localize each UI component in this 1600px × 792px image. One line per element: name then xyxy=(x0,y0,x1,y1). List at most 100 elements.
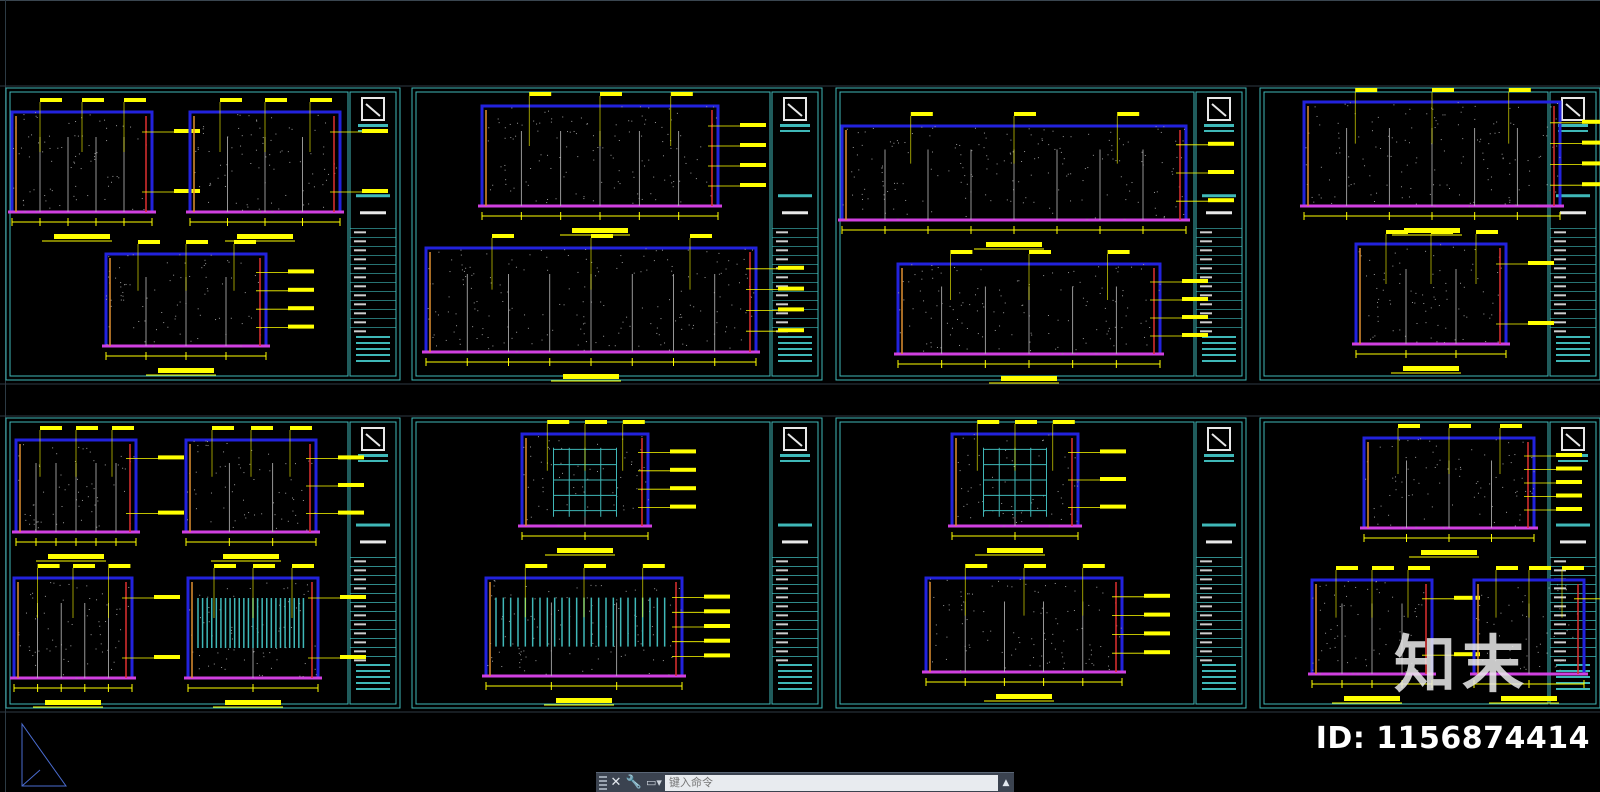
command-prompt-icon[interactable]: ▭▾ xyxy=(643,776,665,789)
note-line xyxy=(1202,342,1236,344)
texture-dot xyxy=(1015,648,1017,650)
leader-label xyxy=(1556,507,1582,511)
texture-dot xyxy=(632,171,634,173)
texture-dot xyxy=(929,135,931,137)
texture-dot xyxy=(166,262,168,264)
view-title-tag xyxy=(1403,366,1459,371)
note-line xyxy=(1202,688,1236,690)
texture-dot xyxy=(1102,158,1104,160)
texture-dot xyxy=(86,615,88,617)
texture-dot xyxy=(881,167,883,169)
texture-dot xyxy=(996,173,998,175)
texture-dot xyxy=(278,630,280,632)
texture-dot xyxy=(180,277,182,279)
texture-dot xyxy=(248,115,250,117)
texture-dot xyxy=(645,481,647,483)
texture-dot xyxy=(34,618,36,620)
title-block-cell xyxy=(776,650,788,653)
texture-dot xyxy=(1379,446,1381,448)
texture-dot xyxy=(1305,164,1307,166)
texture-dot xyxy=(262,137,264,139)
texture-dot xyxy=(864,188,866,190)
close-icon[interactable]: ✕ xyxy=(607,774,625,792)
title-block-cell xyxy=(1200,578,1212,581)
texture-dot xyxy=(519,662,521,664)
texture-dot xyxy=(1377,316,1379,318)
texture-dot xyxy=(509,309,511,311)
texture-dot xyxy=(967,490,969,492)
texture-dot xyxy=(946,579,948,581)
texture-dot xyxy=(951,327,953,329)
texture-dot xyxy=(990,200,992,202)
texture-dot xyxy=(633,176,635,178)
command-input[interactable] xyxy=(665,774,998,791)
texture-dot xyxy=(969,646,971,648)
title-block-cell xyxy=(1200,632,1212,635)
texture-dot xyxy=(105,621,107,623)
texture-dot xyxy=(28,156,30,158)
texture-dot xyxy=(692,324,694,326)
drag-grip-icon[interactable] xyxy=(599,775,607,790)
texture-dot xyxy=(231,277,233,279)
texture-dot xyxy=(325,179,327,181)
texture-dot xyxy=(98,525,100,527)
texture-dot xyxy=(658,334,660,336)
texture-dot xyxy=(908,281,910,283)
texture-dot xyxy=(226,588,228,590)
note-line xyxy=(778,688,812,690)
texture-dot xyxy=(510,190,512,192)
wrench-icon[interactable]: 🔧 xyxy=(625,774,643,792)
texture-dot xyxy=(179,254,181,256)
texture-dot xyxy=(667,259,669,261)
texture-dot xyxy=(669,604,671,606)
callout-label xyxy=(82,98,104,102)
texture-dot xyxy=(269,164,271,166)
texture-dot xyxy=(680,609,682,611)
texture-dot xyxy=(538,160,540,162)
firm-name-bar xyxy=(780,460,810,462)
texture-dot xyxy=(250,317,252,319)
texture-dot xyxy=(625,590,627,592)
command-line-bar[interactable]: ✕ 🔧 ▭▾ ▲ xyxy=(596,772,1014,792)
texture-dot xyxy=(50,582,52,584)
texture-dot xyxy=(1487,179,1489,181)
texture-dot xyxy=(259,469,261,471)
note-line xyxy=(1202,354,1236,356)
chevron-up-icon[interactable]: ▲ xyxy=(998,778,1014,788)
texture-dot xyxy=(1049,207,1051,209)
texture-dot xyxy=(231,632,233,634)
note-line xyxy=(356,664,390,666)
texture-dot xyxy=(893,208,895,210)
cad-drawing-canvas[interactable] xyxy=(0,0,1600,792)
texture-dot xyxy=(488,348,490,350)
texture-dot xyxy=(1568,624,1570,626)
texture-dot xyxy=(29,523,31,525)
texture-dot xyxy=(1539,643,1541,645)
texture-dot xyxy=(1125,343,1127,345)
texture-dot xyxy=(620,476,622,478)
model-space-viewport[interactable]: 知末 ID: 1156874414 xyxy=(0,0,1600,792)
texture-dot xyxy=(1157,128,1159,130)
texture-dot xyxy=(676,148,678,150)
texture-dot xyxy=(1433,296,1435,298)
texture-dot xyxy=(82,448,84,450)
texture-dot xyxy=(93,460,95,462)
texture-dot xyxy=(1425,467,1427,469)
texture-dot xyxy=(1358,136,1360,138)
texture-dot xyxy=(1052,130,1054,132)
texture-dot xyxy=(462,284,464,286)
texture-dot xyxy=(1114,326,1116,328)
texture-dot xyxy=(460,254,462,256)
texture-dot xyxy=(241,135,243,137)
texture-dot xyxy=(302,500,304,502)
texture-dot xyxy=(1175,140,1177,142)
texture-dot xyxy=(245,517,247,519)
title-block-cell xyxy=(1200,614,1212,617)
texture-dot xyxy=(208,606,210,608)
firm-name-bar xyxy=(1558,460,1588,462)
leader-label xyxy=(338,483,364,487)
texture-dot xyxy=(539,122,541,124)
texture-dot xyxy=(511,107,513,109)
texture-dot xyxy=(861,144,863,146)
texture-dot xyxy=(964,175,966,177)
